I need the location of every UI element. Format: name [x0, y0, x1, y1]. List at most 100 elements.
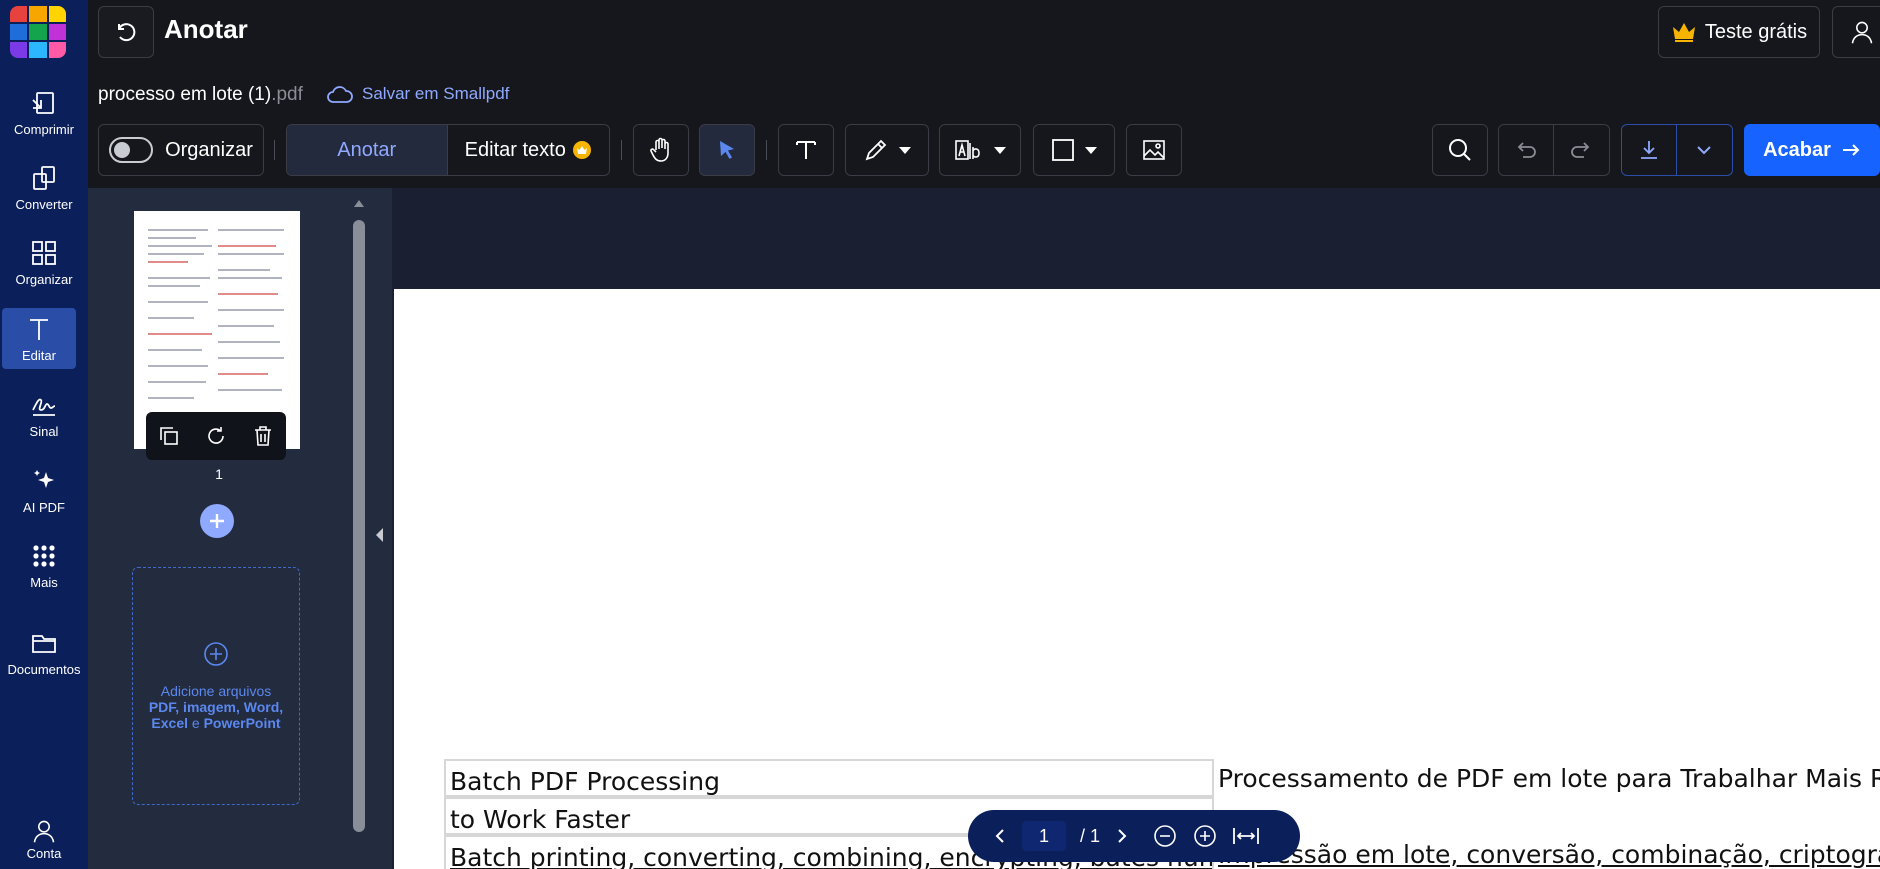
page-number-input[interactable]: 1 [1022, 821, 1066, 851]
thumbnail-actions [146, 412, 286, 460]
folder-icon [32, 635, 56, 653]
draw-tool-dropdown[interactable] [845, 124, 929, 176]
thumbnail-scrollbar[interactable] [353, 198, 365, 868]
download-options-button[interactable] [1677, 125, 1732, 175]
user-icon [33, 820, 55, 843]
redo-button[interactable] [1554, 125, 1609, 175]
plus-icon [210, 514, 224, 528]
zoom-in-icon[interactable] [1192, 823, 1218, 849]
finish-button[interactable]: Acabar [1744, 124, 1880, 176]
grid-icon [32, 241, 56, 265]
premium-crown-icon [572, 141, 591, 159]
tab-edit-text[interactable]: Editar texto [448, 125, 610, 175]
nav-label-compress: Comprimir [14, 122, 74, 137]
page-title: Anotar [164, 14, 248, 44]
search-icon [1449, 139, 1471, 161]
nav-label-sign: Sinal [29, 424, 59, 439]
add-files-dropzone[interactable]: Adicione arquivos PDF, imagem, Word, Exc… [132, 567, 300, 805]
apps-icon [33, 545, 55, 567]
text-icon [30, 319, 48, 340]
save-to-smallpdf-link[interactable]: Salvar em Smallpdf [326, 84, 509, 104]
toggle-switch[interactable] [109, 137, 154, 163]
zoom-out-icon[interactable] [1152, 823, 1178, 849]
nav-item-organize[interactable]: Organizar [0, 238, 88, 287]
nav-item-sign[interactable]: Sinal [0, 390, 88, 439]
page-total: / 1 [1080, 825, 1101, 846]
nav-item-account[interactable]: Conta [0, 818, 88, 861]
tab-annotate-label: Anotar [337, 138, 397, 161]
organize-toggle-label: Organizar [165, 138, 253, 161]
table-cell: Processamento de PDF em lote para Trabal… [1218, 764, 1880, 793]
cursor-icon [720, 141, 734, 159]
chevron-right-icon[interactable] [1114, 827, 1130, 845]
tab-annotate[interactable]: Anotar [287, 125, 448, 175]
chevron-left-icon[interactable] [992, 827, 1008, 845]
nav-item-documents[interactable]: Documentos [0, 628, 88, 677]
page-navigation: 1 / 1 [968, 810, 1300, 862]
nav-label-account: Conta [26, 846, 62, 861]
free-trial-button[interactable]: Teste grátis [1658, 6, 1820, 58]
back-button[interactable] [98, 6, 154, 58]
hand-tool-button[interactable] [633, 124, 689, 176]
image-tool-button[interactable] [1126, 124, 1182, 176]
plus-circle-icon [204, 642, 228, 666]
text-tool-button[interactable] [778, 124, 834, 176]
search-button[interactable] [1432, 124, 1488, 176]
undo-button[interactable] [1499, 125, 1554, 175]
redo-icon [1571, 142, 1590, 158]
image-icon [1143, 140, 1165, 160]
add-page-button[interactable] [200, 504, 234, 538]
scrollbar-thumb[interactable] [353, 220, 365, 832]
nav-item-compress[interactable]: Comprimir [0, 88, 88, 137]
scroll-up-icon[interactable] [353, 198, 365, 208]
shape-tool-dropdown[interactable] [1033, 124, 1115, 176]
select-tool-button[interactable] [699, 124, 755, 176]
nav-label-organize: Organizar [15, 272, 73, 287]
chevron-down-icon [899, 146, 911, 154]
save-to-smallpdf-label: Salvar em Smallpdf [362, 84, 510, 103]
collapse-panel-icon[interactable] [376, 528, 383, 542]
add-files-formats-2: Excel e PowerPoint [151, 715, 281, 731]
profile-button[interactable] [1832, 6, 1880, 58]
rotate-icon[interactable] [204, 424, 228, 448]
file-name[interactable]: processo em lote (1).pdf [98, 84, 303, 106]
convert-icon [33, 166, 55, 190]
app-logo[interactable] [10, 6, 66, 58]
duplicate-icon[interactable] [157, 424, 181, 448]
thumbnail-panel: 1 Adicione arquivos PDF, imagem, Word, E… [88, 188, 392, 869]
app-root: Comprimir Converter Organizar Editar Sin… [0, 0, 1880, 869]
crown-icon [1672, 23, 1695, 42]
arrow-right-icon [1842, 144, 1860, 156]
nav-item-edit[interactable]: Editar [2, 308, 76, 369]
download-icon [1640, 141, 1657, 159]
free-trial-label: Teste grátis [1704, 20, 1808, 43]
square-icon [1052, 139, 1074, 161]
cloud-icon [327, 86, 353, 103]
chevron-down-icon [1085, 146, 1097, 154]
organize-toggle[interactable]: Organizar [98, 124, 264, 176]
toolbar-divider [274, 140, 275, 160]
nav-item-convert[interactable]: Converter [0, 163, 88, 212]
chevron-down-icon [994, 146, 1006, 154]
text-markup-dropdown[interactable] [939, 124, 1021, 176]
nav-label-more: Mais [30, 575, 58, 590]
download-button[interactable] [1622, 125, 1677, 175]
nav-label-documents: Documentos [7, 662, 81, 677]
sparkle-icon [34, 470, 54, 488]
user-icon [1851, 21, 1873, 44]
toolbar-divider [621, 140, 622, 160]
pdf-page: Batch PDF Processing Processamento de PD… [394, 289, 1880, 869]
hand-icon [650, 137, 669, 162]
nav-item-ai-pdf[interactable]: AI PDF [0, 466, 88, 515]
compress-icon [32, 92, 54, 114]
table-cell: Impressão em lote, conversão, combinação… [1218, 840, 1880, 869]
fit-width-icon[interactable] [1232, 825, 1260, 847]
table-cell: Batch PDF Processing [444, 759, 1214, 797]
trash-icon[interactable] [251, 424, 275, 448]
chevron-down-icon [1697, 146, 1711, 155]
undo-icon [1517, 142, 1536, 158]
undo-arrow-icon [118, 23, 136, 42]
file-extension: .pdf [271, 84, 303, 105]
nav-item-more[interactable]: Mais [0, 541, 88, 590]
add-files-formats: PDF, imagem, Word, [148, 699, 284, 715]
